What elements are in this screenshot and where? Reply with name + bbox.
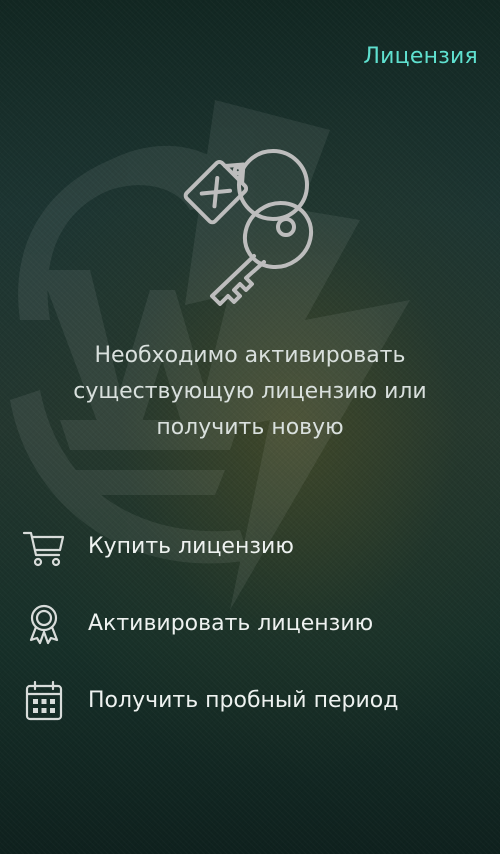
license-keys-icon <box>183 149 314 306</box>
trial-period-button[interactable]: Получить пробный период <box>0 662 500 739</box>
description-line: получить новую <box>156 415 344 440</box>
license-options-menu: Купить лицензию Активировать лицензию По… <box>0 508 500 739</box>
activate-license-button[interactable]: Активировать лицензию <box>0 585 500 662</box>
calendar-icon <box>25 680 63 720</box>
menu-item-label: Активировать лицензию <box>88 611 374 636</box>
license-description: Необходимо активировать существующую лиц… <box>20 338 480 446</box>
page-title: Лицензия <box>363 44 478 69</box>
buy-license-button[interactable]: Купить лицензию <box>0 508 500 585</box>
description-line: Необходимо активировать <box>94 343 406 368</box>
menu-item-label: Купить лицензию <box>88 534 294 559</box>
cart-icon <box>22 531 65 566</box>
menu-item-label: Получить пробный период <box>88 688 399 713</box>
award-icon <box>29 604 59 644</box>
description-line: существующую лицензию или <box>73 379 427 404</box>
